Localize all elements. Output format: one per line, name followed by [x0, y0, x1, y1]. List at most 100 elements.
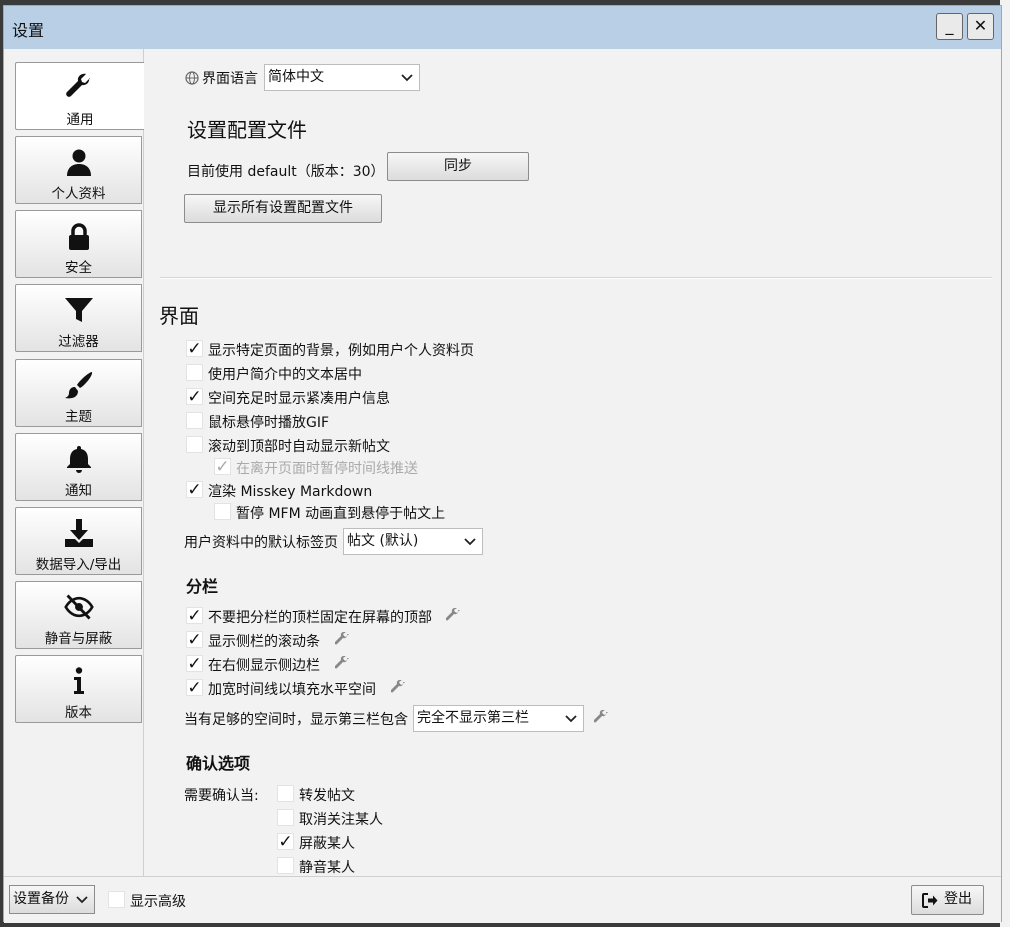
confirm-boost-label: 转发帖文 [299, 788, 355, 804]
sync-button[interactable]: 同步 [387, 152, 529, 181]
confirm-block-label: 屏蔽某人 [299, 836, 355, 852]
widen-timeline-checkbox[interactable]: ✓ [186, 679, 203, 697]
sidebar: 通用 个人资料 安全 过滤器 主题 通知 数据导入/导出 静音与屏蔽 版本 [4, 49, 144, 876]
globe-icon [185, 71, 199, 85]
title-bar[interactable]: 设置 _ ✕ [4, 6, 1001, 49]
sidebar-item-filters[interactable]: 过滤器 [15, 284, 142, 352]
info-icon [74, 667, 84, 694]
paintbrush-icon [65, 372, 93, 399]
confirm-heading: 确认选项 [186, 754, 251, 773]
bell-icon [67, 446, 91, 473]
option-center-bio-checkbox[interactable] [186, 364, 203, 381]
wrench-icon [391, 680, 405, 693]
sidebar-item-profile[interactable]: 个人资料 [15, 136, 142, 204]
option-compact-user-checkbox[interactable]: ✓ [186, 388, 203, 406]
sidebar-item-import-export[interactable]: 数据导入/导出 [15, 507, 142, 575]
option-pause-timeline-label: 在离开页面时暂停时间线推送 [236, 461, 418, 477]
default-tab-label: 用户资料中的默认标签页 [184, 535, 338, 551]
column-header-fixed-checkbox[interactable]: ✓ [186, 607, 203, 625]
sidebar-right-checkbox[interactable]: ✓ [186, 655, 203, 673]
chevron-down-icon [464, 538, 476, 546]
sidebar-right-label: 在右侧显示侧边栏 [208, 658, 320, 674]
profile-heading: 设置配置文件 [187, 118, 307, 142]
wrench-icon [446, 608, 460, 621]
option-pause-mfm-checkbox[interactable] [214, 503, 231, 520]
download-icon [65, 519, 93, 547]
show-advanced-checkbox[interactable] [108, 891, 125, 908]
section-divider [160, 277, 992, 279]
language-select-value: 简体中文 [268, 69, 324, 85]
option-gif-hover-label: 鼠标悬停时播放GIF [208, 415, 330, 431]
sidebar-item-label: 静音与屏蔽 [44, 631, 113, 647]
wrench-icon [594, 710, 608, 723]
third-column-select[interactable]: 完全不显示第三栏 [413, 705, 584, 732]
sidebar-item-label: 个人资料 [51, 186, 106, 202]
settings-backup-dropdown[interactable]: 设置备份 [9, 885, 95, 914]
confirm-boost-checkbox[interactable] [277, 785, 294, 802]
language-label: 界面语言 [202, 71, 258, 87]
sidebar-item-security[interactable]: 安全 [15, 210, 142, 278]
sidebar-item-label: 通用 [66, 112, 94, 128]
option-pause-mfm-label: 暂停 MFM 动画直到悬停于帖文上 [236, 506, 446, 522]
language-select[interactable]: 简体中文 [264, 64, 420, 91]
sidebar-item-theme[interactable]: 主题 [15, 359, 142, 427]
sidebar-item-label: 主题 [65, 409, 92, 425]
settings-backup-label: 设置备份 [13, 891, 69, 907]
option-center-bio-label: 使用户简介中的文本居中 [208, 367, 362, 383]
sidebar-item-label: 通知 [65, 483, 92, 499]
logout-button[interactable]: 登出 [911, 885, 984, 915]
profile-current-text: 目前使用 default（版本：30） [187, 164, 385, 180]
wrench-icon [66, 73, 90, 97]
default-tab-value: 帖文 (默认) [347, 533, 419, 549]
sidebar-item-label: 过滤器 [58, 334, 99, 350]
wrench-icon [335, 632, 349, 645]
sidebar-item-label: 数据导入/导出 [35, 557, 122, 573]
window-title: 设置 [12, 21, 45, 40]
option-render-mfm-checkbox[interactable]: ✓ [186, 481, 203, 499]
option-pause-timeline-checkbox: ✓ [214, 457, 231, 477]
eye-slash-icon [64, 594, 94, 620]
minimize-button[interactable]: _ [936, 13, 963, 40]
sidebar-item-general[interactable]: 通用 [15, 62, 144, 130]
confirm-mute-checkbox[interactable] [277, 857, 294, 874]
show-advanced-label: 显示高级 [130, 894, 186, 910]
option-auto-show-new-label: 滚动到顶部时自动显示新帖文 [208, 439, 390, 455]
sidebar-item-notifications[interactable]: 通知 [15, 433, 142, 501]
option-auto-show-new-checkbox[interactable] [186, 436, 203, 453]
confirm-unfollow-checkbox[interactable] [277, 809, 294, 826]
confirm-block-checkbox[interactable]: ✓ [277, 833, 294, 851]
confirm-unfollow-label: 取消关注某人 [299, 812, 383, 828]
confirm-mute-label: 静音某人 [299, 860, 355, 876]
sidebar-item-label: 版本 [65, 705, 92, 721]
widen-timeline-label: 加宽时间线以填充水平空间 [208, 682, 376, 698]
sidebar-scrollbar-label: 显示侧栏的滚动条 [208, 634, 320, 650]
lock-icon [69, 223, 89, 250]
option-compact-user-label: 空间充足时显示紧凑用户信息 [208, 391, 390, 407]
option-render-mfm-label: 渲染 Misskey Markdown [208, 484, 373, 500]
default-tab-select[interactable]: 帖文 (默认) [343, 528, 483, 555]
option-page-background-label: 显示特定页面的背景，例如用户个人资料页 [208, 343, 474, 359]
filter-icon [65, 298, 93, 322]
chevron-down-icon [401, 74, 413, 82]
sidebar-item-about[interactable]: 版本 [15, 655, 142, 723]
sign-out-icon [922, 893, 938, 908]
close-button[interactable]: ✕ [967, 13, 994, 40]
chevron-down-icon [76, 896, 88, 904]
settings-window: 设置 _ ✕ 通用 个人资料 安全 过滤器 主题 通知 数据导入/导出 静音与屏… [3, 5, 1002, 923]
third-column-label: 当有足够的空间时，显示第三栏包含 [184, 712, 408, 728]
option-gif-hover-checkbox[interactable] [186, 412, 203, 429]
option-page-background-checkbox[interactable]: ✓ [186, 340, 203, 358]
bottom-bar: 设置备份 显示高级 登出 [4, 876, 1001, 923]
confirm-need-label: 需要确认当: [184, 788, 259, 804]
sidebar-item-label: 安全 [65, 260, 92, 276]
columns-heading: 分栏 [186, 577, 219, 596]
settings-content: 界面语言 简体中文 设置配置文件 目前使用 default（版本：30） 同步 … [144, 49, 1001, 876]
show-all-profiles-button[interactable]: 显示所有设置配置文件 [184, 194, 382, 223]
logout-label: 登出 [944, 891, 972, 907]
user-icon [67, 149, 91, 176]
wrench-icon [335, 656, 349, 669]
chevron-down-icon [565, 715, 577, 723]
sidebar-item-mute-block[interactable]: 静音与屏蔽 [15, 581, 142, 649]
sidebar-scrollbar-checkbox[interactable]: ✓ [186, 631, 203, 649]
ui-heading: 界面 [159, 304, 199, 328]
